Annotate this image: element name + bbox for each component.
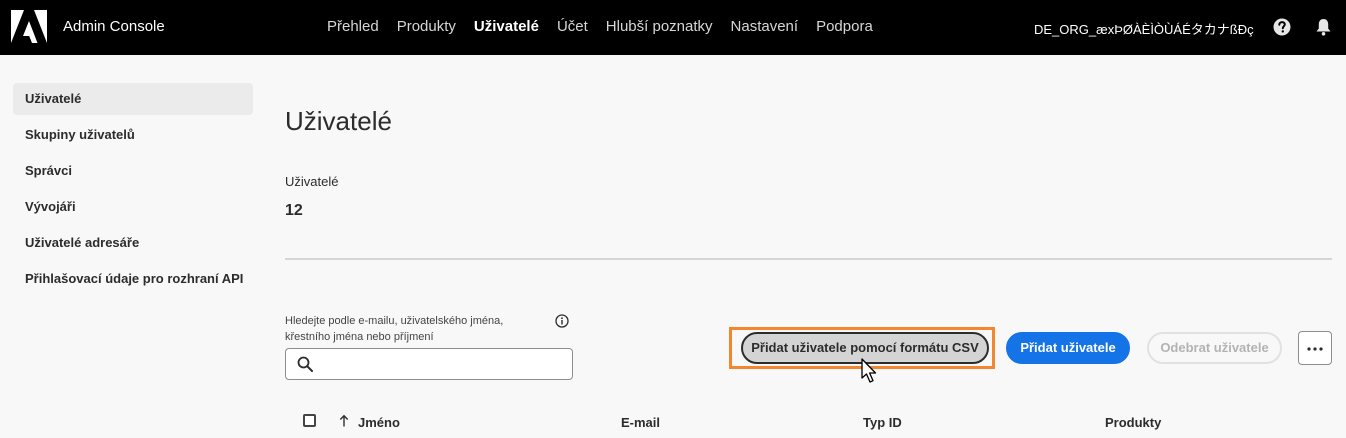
adobe-logo[interactable] xyxy=(11,10,47,43)
table-header: Jméno E-mail Typ ID Produkty xyxy=(285,408,1332,438)
search-input[interactable] xyxy=(322,351,567,377)
nav-settings[interactable]: Nastavení xyxy=(731,18,799,35)
app-title[interactable]: Admin Console xyxy=(63,18,165,35)
bell-icon[interactable] xyxy=(1315,18,1332,36)
search-label: Hledejte podle e-mailu, uživatelského jm… xyxy=(285,315,504,343)
sidebar-item-user-groups[interactable]: Skupiny uživatelů xyxy=(13,119,253,151)
nav-overview[interactable]: Přehled xyxy=(327,18,379,35)
nav-products[interactable]: Produkty xyxy=(397,18,456,35)
main-nav: Přehled Produkty Uživatelé Účet Hlubší p… xyxy=(327,18,873,35)
add-user-button[interactable]: Přidat uživatele xyxy=(1006,332,1130,364)
search-icon xyxy=(297,356,313,372)
search-field xyxy=(285,348,573,380)
column-products[interactable]: Produkty xyxy=(1105,415,1161,430)
sidebar-item-directory-users[interactable]: Uživatelé adresáře xyxy=(13,227,253,259)
sidebar-item-users[interactable]: Uživatelé xyxy=(13,83,253,115)
top-bar: Admin Console Přehled Produkty Uživatelé… xyxy=(0,0,1346,55)
nav-users[interactable]: Uživatelé xyxy=(474,18,539,35)
sidebar-item-developers[interactable]: Vývojáři xyxy=(13,191,253,223)
org-switcher[interactable]: DE_ORG_æxÞØÀÈÌÒÙÁÉタカナßÐç xyxy=(1034,19,1254,38)
help-icon[interactable] xyxy=(1273,18,1291,36)
column-name[interactable]: Jméno xyxy=(358,415,400,430)
nav-account[interactable]: Účet xyxy=(557,18,588,35)
sort-ascending-icon[interactable] xyxy=(339,414,349,427)
sidebar-item-admins[interactable]: Správci xyxy=(13,155,253,187)
sidebar-item-api-credentials[interactable]: Přihlašovací údaje pro rozhraní API xyxy=(13,263,253,295)
more-icon xyxy=(1307,347,1323,351)
more-actions-button[interactable] xyxy=(1298,331,1332,365)
sidebar: Uživatelé Skupiny uživatelů Správci Vývo… xyxy=(13,83,253,299)
column-email[interactable]: E-mail xyxy=(621,415,660,430)
page-title: Uživatelé xyxy=(285,106,392,136)
select-all-checkbox[interactable] xyxy=(303,414,316,427)
mouse-cursor-icon xyxy=(861,358,877,383)
nav-support[interactable]: Podpora xyxy=(816,18,873,35)
user-count-value: 12 xyxy=(285,202,303,219)
info-icon[interactable] xyxy=(555,314,569,328)
nav-insights[interactable]: Hlubší poznatky xyxy=(606,18,713,35)
remove-user-button[interactable]: Odebrat uživatele xyxy=(1147,332,1282,364)
column-id-type[interactable]: Typ ID xyxy=(863,415,902,430)
user-count-label: Uživatelé xyxy=(285,174,339,189)
section-divider xyxy=(285,258,1332,260)
